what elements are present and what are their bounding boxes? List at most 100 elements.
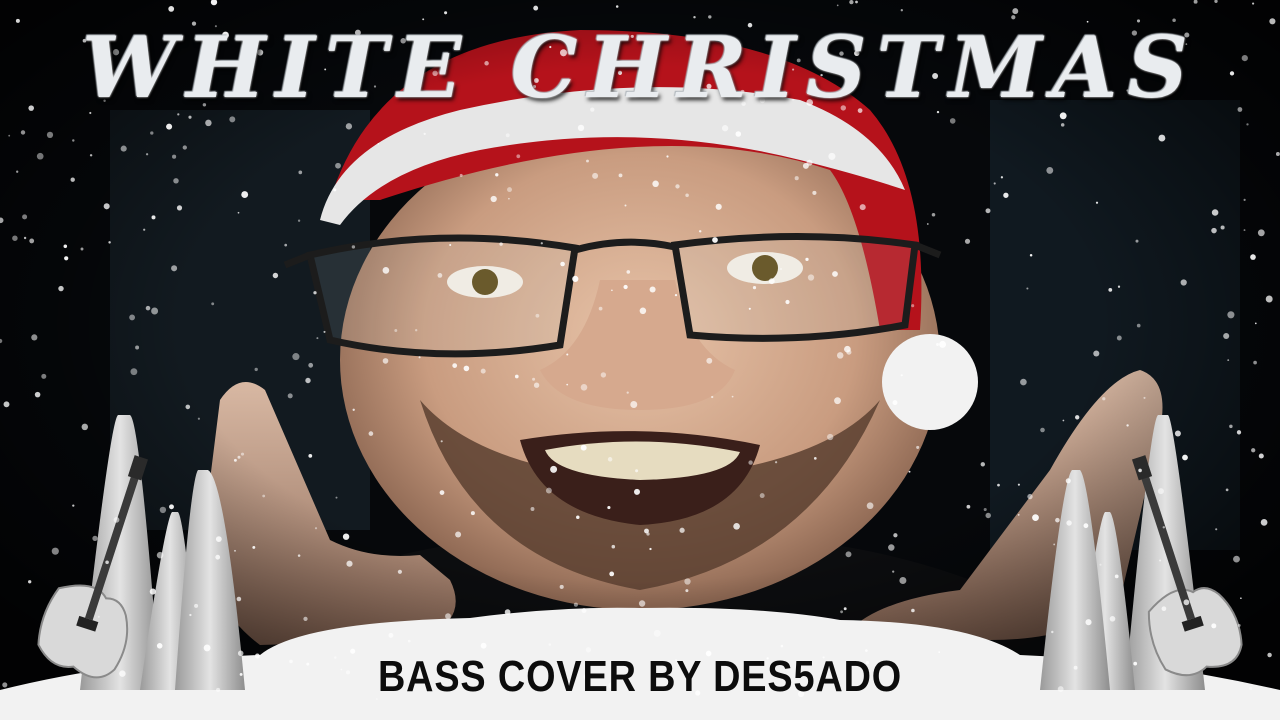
snowflake [351, 245, 356, 249]
snowflake [463, 365, 470, 372]
snowflake [507, 187, 512, 193]
snowflake [346, 560, 353, 567]
snowflake [635, 469, 639, 473]
snowflake [36, 152, 44, 160]
snowflake [455, 531, 462, 538]
snowflake [1032, 514, 1039, 521]
snowflake [623, 284, 628, 290]
snowflake [888, 544, 895, 551]
snowflake [388, 632, 394, 638]
snowflake [480, 368, 486, 374]
snowflake [840, 610, 844, 614]
snowflake [609, 571, 615, 577]
snowflake [382, 267, 390, 274]
snowflake [303, 616, 308, 622]
snowflake [997, 483, 1000, 487]
snowflake [2, 682, 8, 688]
snowflake [1046, 166, 1054, 174]
snowflake [598, 306, 603, 311]
snowflake [449, 243, 452, 247]
snowflake [684, 578, 691, 585]
snowflake [63, 244, 68, 249]
snowflake [1051, 630, 1054, 634]
snowflake [785, 299, 790, 305]
snowflake [1211, 227, 1217, 234]
snowflake [939, 340, 947, 348]
snowflake [415, 329, 418, 332]
snowflake [1029, 253, 1033, 257]
snowflake [600, 372, 607, 378]
snowflake [262, 494, 266, 498]
snowflake [573, 602, 578, 607]
snowflake [964, 238, 971, 244]
snowflake [849, 0, 854, 5]
snowflake [308, 362, 314, 368]
snowflake [1017, 514, 1020, 516]
snowflake [1012, 8, 1019, 15]
snowflake [314, 527, 318, 530]
snowflake [1265, 295, 1273, 303]
snowflake [846, 349, 852, 355]
snowflake [297, 219, 301, 222]
snowflake [240, 452, 245, 456]
snowflake [205, 119, 212, 127]
snowflake [634, 488, 640, 495]
snowflake [145, 153, 149, 156]
snowflake [1065, 478, 1071, 484]
snowflake [540, 242, 543, 245]
snowflake [1158, 134, 1166, 142]
snowflake [103, 203, 110, 210]
snowflake [444, 11, 448, 15]
snowflake [72, 139, 75, 142]
snowflake [1246, 123, 1249, 126]
snowflake [1227, 359, 1230, 361]
snowflake [508, 197, 510, 200]
snowflake [900, 374, 903, 377]
snowflake [566, 353, 569, 356]
snowflake [949, 118, 956, 124]
snowflake [624, 204, 627, 207]
snowflake [28, 580, 32, 584]
snowflake [1060, 123, 1065, 127]
snowflake [1267, 652, 1272, 658]
snowflake [1109, 615, 1116, 622]
snowflake [911, 304, 915, 308]
snowflake [22, 214, 28, 220]
snowflake [145, 305, 151, 311]
snowflake [706, 357, 713, 364]
snowflake [345, 123, 353, 130]
snowflake [1055, 517, 1060, 523]
snowflake [936, 343, 939, 346]
snowflake [580, 444, 587, 451]
snowflake [1000, 176, 1004, 179]
snowflake [1243, 229, 1246, 232]
snowflake [611, 544, 616, 549]
snowflake [1225, 488, 1229, 492]
snowflake [806, 159, 813, 166]
snowflake [926, 223, 929, 225]
snowflake [241, 191, 249, 199]
snowflake [173, 178, 179, 184]
snowflake [859, 204, 866, 211]
snowflake [855, 0, 858, 4]
snowflake [985, 208, 991, 214]
snowflake [16, 170, 19, 173]
snowflake [735, 131, 742, 137]
snowflake [626, 391, 629, 394]
snowflake [916, 445, 920, 449]
snowflake [490, 195, 497, 203]
snowflake [418, 356, 421, 359]
snowflake [985, 512, 991, 519]
snowflake [3, 401, 10, 408]
snowflake [646, 532, 650, 536]
snowflake [437, 273, 443, 278]
snowflake [1135, 239, 1139, 243]
snowflake [439, 490, 445, 495]
snowflake [550, 465, 558, 473]
snowflake [768, 278, 775, 285]
snowflake [46, 131, 54, 139]
snowflake [685, 589, 689, 593]
snowflake [397, 569, 402, 574]
snowflake [581, 608, 587, 614]
snowflake [189, 613, 192, 617]
